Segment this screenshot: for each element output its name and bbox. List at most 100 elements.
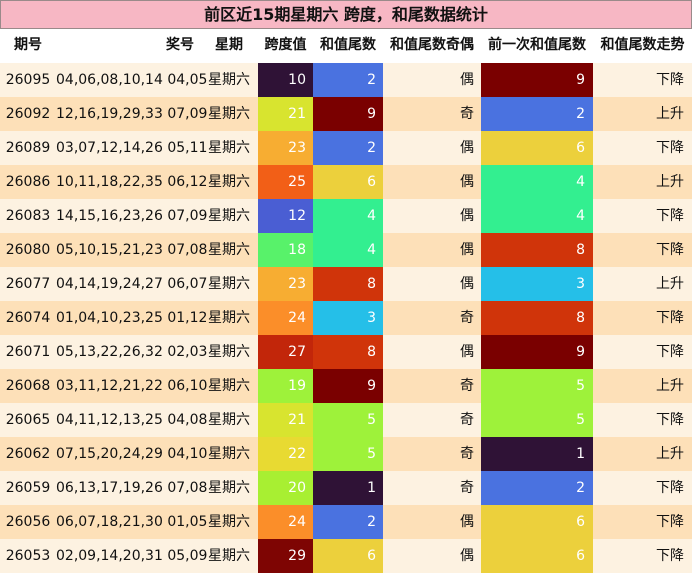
table-row: 26080 05,10,15,21,23 07,08 星期六 18 4 偶 8 下降 — [0, 233, 692, 267]
cell-tail: 1 — [313, 471, 383, 505]
cell-trend: 下降 — [656, 72, 684, 88]
cell-issue: 26053 — [5, 548, 51, 564]
cell-trend: 上升 — [656, 276, 684, 292]
cell-week: 星期六 — [208, 208, 250, 224]
cell-tail: 4 — [313, 233, 383, 267]
header-tail: 和值尾数 — [320, 37, 376, 53]
cell-nums: 04,11,12,13,25 04,08 — [56, 412, 208, 428]
cell-issue: 26089 — [5, 140, 51, 156]
cell-nums: 05,13,22,26,32 02,03 — [56, 344, 208, 360]
cell-week: 星期六 — [208, 106, 250, 122]
cell-trend: 下降 — [656, 208, 684, 224]
cell-parity: 偶 — [460, 242, 474, 258]
cell-nums: 01,04,10,23,25 01,12 — [56, 310, 208, 326]
table-header: 期号 奖号 星期 跨度值 和值尾数 和值尾数奇偶 前一次和值尾数 和值尾数走势 — [0, 29, 692, 62]
table-row: 26071 05,13,22,26,32 02,03 星期六 27 8 偶 9 下降 — [0, 335, 692, 369]
cell-issue: 26074 — [5, 310, 51, 326]
cell-tail: 5 — [313, 437, 383, 471]
cell-issue: 26059 — [5, 480, 51, 496]
cell-trend: 下降 — [656, 514, 684, 530]
cell-parity: 偶 — [460, 514, 474, 530]
cell-span: 23 — [258, 267, 313, 301]
cell-tail: 8 — [313, 267, 383, 301]
table-row: 26059 06,13,17,19,26 07,08 星期六 20 1 奇 2 下降 — [0, 471, 692, 505]
cell-parity: 奇 — [460, 446, 474, 462]
header-issue: 期号 — [14, 37, 42, 53]
header-week: 星期 — [215, 37, 243, 53]
table-row: 26086 10,11,18,22,35 06,12 星期六 25 6 偶 4 上升 — [0, 165, 692, 199]
cell-span: 21 — [258, 97, 313, 131]
cell-span: 25 — [258, 165, 313, 199]
cell-issue: 26083 — [5, 208, 51, 224]
cell-parity: 奇 — [460, 412, 474, 428]
cell-parity: 偶 — [460, 344, 474, 360]
cell-week: 星期六 — [208, 514, 250, 530]
cell-week: 星期六 — [208, 242, 250, 258]
cell-trend: 上升 — [656, 106, 684, 122]
cell-tail: 9 — [313, 369, 383, 403]
table-row: 26095 04,06,08,10,14 04,05 星期六 10 2 偶 9 下降 — [0, 63, 692, 97]
cell-nums: 04,14,19,24,27 06,07 — [56, 276, 208, 292]
cell-week: 星期六 — [208, 344, 250, 360]
cell-parity: 偶 — [460, 208, 474, 224]
cell-tail: 5 — [313, 403, 383, 437]
cell-prev: 5 — [481, 369, 593, 403]
table-row: 26062 07,15,20,24,29 04,10 星期六 22 5 奇 1 上升 — [0, 437, 692, 471]
cell-nums: 05,10,15,21,23 07,08 — [56, 242, 208, 258]
header-nums: 奖号 — [166, 37, 194, 53]
cell-prev: 1 — [481, 437, 593, 471]
cell-tail: 8 — [313, 335, 383, 369]
cell-trend: 下降 — [656, 548, 684, 564]
header-prev: 前一次和值尾数 — [488, 37, 586, 53]
cell-nums: 06,07,18,21,30 01,05 — [56, 514, 208, 530]
table-row: 26074 01,04,10,23,25 01,12 星期六 24 3 奇 8 下降 — [0, 301, 692, 335]
cell-parity: 偶 — [460, 548, 474, 564]
cell-prev: 4 — [481, 199, 593, 233]
cell-nums: 03,07,12,14,26 05,11 — [56, 140, 208, 156]
cell-tail: 6 — [313, 539, 383, 573]
cell-tail: 2 — [313, 505, 383, 539]
cell-tail: 9 — [313, 97, 383, 131]
cell-week: 星期六 — [208, 548, 250, 564]
header-trend: 和值尾数走势 — [600, 37, 685, 53]
cell-issue: 26080 — [5, 242, 51, 258]
table-row: 26065 04,11,12,13,25 04,08 星期六 21 5 奇 5 下降 — [0, 403, 692, 437]
cell-parity: 奇 — [460, 378, 474, 394]
cell-nums: 07,15,20,24,29 04,10 — [56, 446, 208, 462]
cell-nums: 14,15,16,23,26 07,09 — [56, 208, 208, 224]
cell-week: 星期六 — [208, 72, 250, 88]
cell-issue: 26086 — [5, 174, 51, 190]
cell-prev: 9 — [481, 335, 593, 369]
cell-issue: 26092 — [5, 106, 51, 122]
cell-parity: 偶 — [460, 174, 474, 190]
cell-trend: 上升 — [656, 446, 684, 462]
cell-span: 23 — [258, 131, 313, 165]
cell-prev: 4 — [481, 165, 593, 199]
cell-week: 星期六 — [208, 310, 250, 326]
cell-trend: 下降 — [656, 344, 684, 360]
cell-span: 29 — [258, 539, 313, 573]
cell-span: 22 — [258, 437, 313, 471]
cell-week: 星期六 — [208, 140, 250, 156]
cell-tail: 4 — [313, 199, 383, 233]
cell-issue: 26056 — [5, 514, 51, 530]
cell-tail: 2 — [313, 131, 383, 165]
cell-week: 星期六 — [208, 412, 250, 428]
cell-prev: 6 — [481, 505, 593, 539]
table-row: 26092 12,16,19,29,33 07,09 星期六 21 9 奇 2 上升 — [0, 97, 692, 131]
cell-span: 10 — [258, 63, 313, 97]
cell-parity: 偶 — [460, 140, 474, 156]
cell-parity: 奇 — [460, 106, 474, 122]
cell-nums: 02,09,14,20,31 05,09 — [56, 548, 208, 564]
table-row: 26053 02,09,14,20,31 05,09 星期六 29 6 偶 6 下降 — [0, 539, 692, 573]
cell-prev: 6 — [481, 539, 593, 573]
table-row: 26068 03,11,12,21,22 06,10 星期六 19 9 奇 5 上升 — [0, 369, 692, 403]
cell-tail: 2 — [313, 63, 383, 97]
cell-span: 12 — [258, 199, 313, 233]
table-row: 26089 03,07,12,14,26 05,11 星期六 23 2 偶 6 下降 — [0, 131, 692, 165]
cell-issue: 26065 — [5, 412, 51, 428]
cell-week: 星期六 — [208, 480, 250, 496]
cell-nums: 10,11,18,22,35 06,12 — [56, 174, 208, 190]
cell-trend: 上升 — [656, 378, 684, 394]
cell-issue: 26071 — [5, 344, 51, 360]
